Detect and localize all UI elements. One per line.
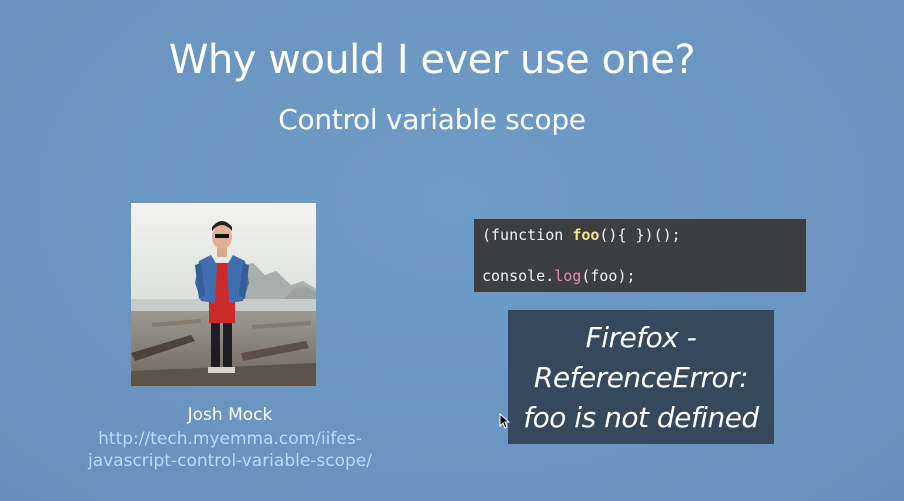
author-url-line1: http://tech.myemma.com/iifes- bbox=[98, 429, 362, 449]
slide-title: Why would I ever use one? bbox=[168, 37, 696, 83]
error-result-box: Firefox - ReferenceError: foo is not def… bbox=[508, 310, 774, 444]
mouse-pointer-icon bbox=[499, 412, 511, 429]
author-name: Josh Mock bbox=[187, 405, 273, 425]
result-line-1: Firefox - bbox=[585, 321, 697, 354]
code-log-args: (foo); bbox=[581, 267, 636, 285]
code-console: console. bbox=[482, 267, 555, 285]
slide-subtitle: Control variable scope bbox=[278, 103, 586, 136]
result-line-3: foo is not defined bbox=[523, 401, 759, 434]
code-line-1: (function foo(){ })(); bbox=[482, 225, 798, 246]
result-line-2: ReferenceError: bbox=[533, 361, 749, 394]
code-log-method: log bbox=[554, 267, 582, 285]
author-photo bbox=[131, 203, 316, 386]
author-blog-link[interactable]: http://tech.myemma.com/iifes- javascript… bbox=[40, 428, 420, 472]
code-snippet: (function foo(){ })(); console.log(foo); bbox=[474, 219, 806, 292]
code-iife-rest: (){ })(); bbox=[599, 226, 681, 244]
code-line-2: console.log(foo); bbox=[482, 266, 798, 287]
slide: Why would I ever use one? Control variab… bbox=[0, 0, 904, 501]
code-keyword: (function bbox=[482, 226, 573, 244]
code-function-name: foo bbox=[572, 226, 600, 244]
author-url-line2: javascript-control-variable-scope/ bbox=[87, 451, 373, 471]
